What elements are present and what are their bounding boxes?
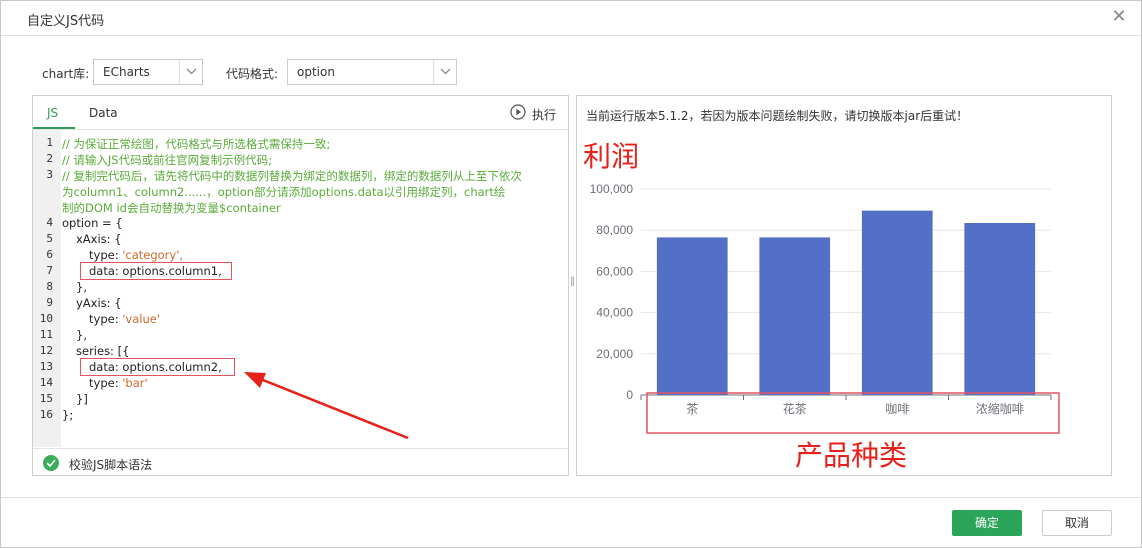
code-key: type: (89, 376, 123, 390)
code-line: option = { (62, 216, 123, 230)
code-line: 为column1、column2......，option部分请添加option… (62, 185, 506, 199)
line-number: 12 (39, 344, 53, 357)
play-icon (510, 104, 526, 120)
y-tick-label: 100,000 (590, 182, 634, 196)
check-circle-icon (43, 455, 59, 471)
line-number: 2 (46, 152, 53, 165)
line-number: 15 (39, 392, 53, 405)
x-tick-label: 咖啡 (885, 401, 909, 416)
code-line: type: 'value' (89, 312, 160, 326)
line-number: 11 (39, 328, 53, 341)
bar-chart: 利润 0 20,000 40,000 60,000 80,000 100,000 茶 花茶 咖啡 浓… (583, 140, 1060, 472)
chart-lib-value: ECharts (103, 65, 150, 79)
line-number: 1 (46, 136, 53, 149)
code-line: }, (76, 280, 87, 294)
code-line: }] (76, 392, 88, 406)
code-line: yAxis: { (76, 296, 122, 310)
code-line: }; (62, 408, 74, 422)
line-number: 10 (39, 312, 53, 325)
line-number: 6 (46, 248, 53, 261)
tab-js[interactable]: JS (47, 106, 58, 120)
code-line: // 为保证正常绘图，代码格式与所选格式需保持一致; (62, 137, 331, 151)
annotation-arrow-icon (244, 372, 409, 440)
bar (964, 222, 1036, 395)
y-tick-label: 60,000 (596, 264, 633, 278)
line-number: 4 (46, 216, 53, 229)
line-number: 5 (46, 232, 53, 245)
bar (759, 237, 831, 395)
y-tick-label: 40,000 (596, 306, 633, 320)
line-number: 9 (46, 296, 53, 309)
highlight-box-column1 (80, 262, 232, 280)
line-number: 8 (46, 280, 53, 293)
code-line: // 复制完代码后，请先将代码中的数据列替换为绑定的数据列，绑定的数据列从上至下… (62, 169, 522, 183)
editor-tabs: JS Data 执行 (33, 96, 568, 130)
bar (656, 237, 728, 395)
line-number: 16 (39, 408, 53, 421)
code-key: type: (89, 248, 123, 262)
confirm-button[interactable]: 确定 (952, 510, 1022, 536)
code-format-dropdown-button[interactable] (433, 60, 456, 84)
code-format-select[interactable]: option (287, 59, 457, 85)
y-tick-label: 20,000 (596, 347, 633, 361)
line-number: 13 (39, 360, 53, 373)
code-key: type: (89, 312, 123, 326)
code-string: 'value' (122, 312, 160, 326)
active-tab-indicator (33, 127, 75, 129)
run-label: 执行 (532, 108, 557, 122)
tab-data[interactable]: Data (89, 106, 118, 120)
code-line: 制的DOM id会自动替换为变量$container (62, 201, 281, 215)
line-number-gutter: 1 2 3 4 5 6 7 8 9 10 11 12 13 14 15 16 (33, 131, 61, 447)
code-line: type: 'bar' (89, 376, 148, 390)
code-line: xAxis: { (76, 232, 122, 246)
line-number: 14 (39, 376, 53, 389)
code-format-value: option (297, 65, 335, 79)
dialog-footer: 确定 取消 (1, 497, 1141, 547)
code-string: 'bar' (122, 376, 148, 390)
panel-splitter-handle[interactable]: ‖ (570, 276, 575, 287)
dialog-titlebar: 自定义JS代码 ✕ (1, 1, 1141, 36)
x-tick-label: 茶 (686, 401, 698, 416)
bar (861, 210, 933, 395)
chevron-down-icon (186, 68, 197, 75)
dialog-title: 自定义JS代码 (27, 14, 105, 29)
y-tick-label: 80,000 (596, 223, 633, 237)
run-button[interactable]: 执行 (510, 104, 558, 122)
cancel-button[interactable]: 取消 (1042, 510, 1112, 536)
code-format-label: 代码格式: (226, 67, 279, 81)
code-line: series: [{ (76, 344, 130, 358)
code-line: // 请输入JS代码或前往官网复制示例代码; (62, 153, 272, 167)
x-tick-label: 浓缩咖啡 (976, 401, 1024, 416)
code-line: type: 'category', (89, 248, 183, 262)
version-notice: 当前运行版本5.1.2，若因为版本问题绘制失败，请切换版本jar后重试！ (586, 109, 969, 123)
line-number: 7 (46, 264, 53, 277)
y-tick-label: 0 (626, 388, 633, 402)
chart-lib-dropdown-button[interactable] (179, 60, 202, 84)
line-number: 3 (46, 168, 53, 181)
x-tick-label: 花茶 (783, 401, 807, 416)
code-string: 'category', (122, 248, 184, 262)
code-line: }, (76, 328, 87, 342)
custom-js-dialog: 自定义JS代码 ✕ chart库: ECharts 代码格式: option J… (0, 0, 1142, 548)
close-icon[interactable]: ✕ (1109, 7, 1129, 27)
x-axis-annotation: 产品种类 (795, 439, 907, 472)
y-axis-annotation: 利润 (583, 140, 639, 173)
highlight-box-column2 (80, 358, 235, 376)
chart-preview-panel: 当前运行版本5.1.2，若因为版本问题绘制失败，请切换版本jar后重试！ 利润 0… (576, 95, 1112, 476)
validate-js-syntax-button[interactable]: 校验JS脚本语法 (69, 456, 152, 473)
chart-lib-select[interactable]: ECharts (93, 59, 203, 85)
chevron-down-icon (440, 68, 451, 75)
chart-lib-label: chart库: (42, 67, 90, 81)
